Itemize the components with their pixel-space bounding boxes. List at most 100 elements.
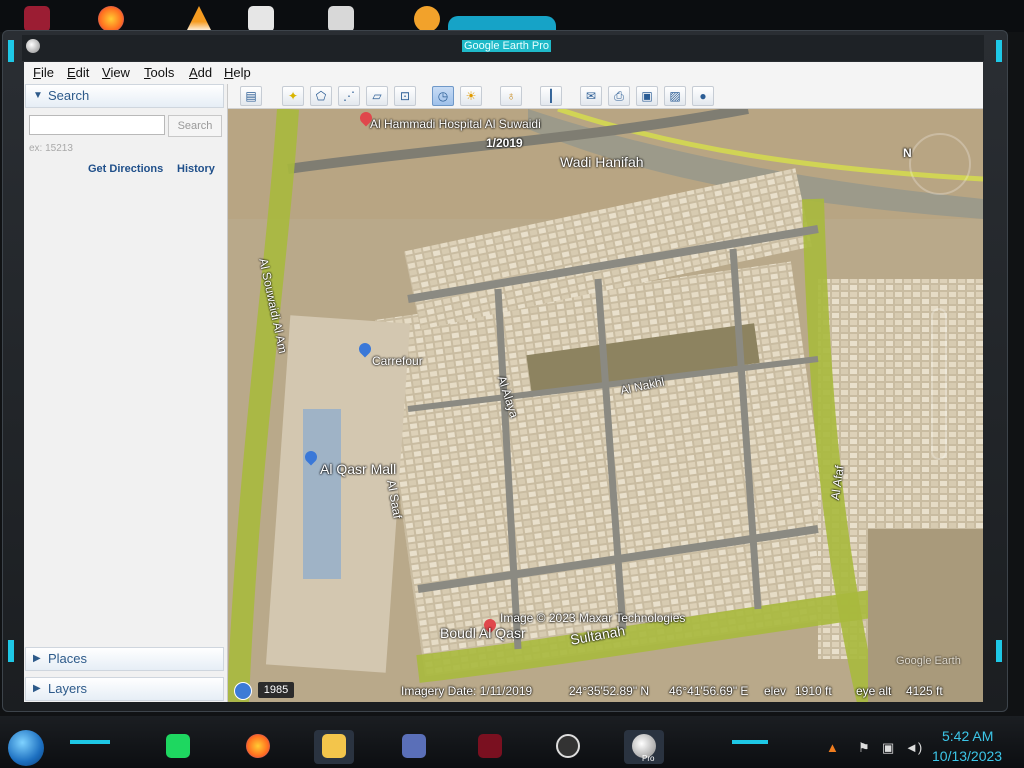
view-in-maps-button[interactable]: ▣ bbox=[636, 86, 658, 106]
historical-imagery-button[interactable]: ◷ bbox=[432, 86, 454, 106]
map-date-tag: 1/2019 bbox=[486, 136, 523, 150]
save-image-button[interactable]: ▨ bbox=[664, 86, 686, 106]
taskbar-file-explorer[interactable] bbox=[314, 730, 354, 764]
frame-accent bbox=[996, 40, 1002, 62]
map-label-carrefour[interactable]: Carrefour bbox=[372, 354, 423, 368]
desktop-app-icon[interactable] bbox=[24, 6, 50, 32]
add-placemark-button[interactable]: ✦ bbox=[282, 86, 304, 106]
firefox-icon bbox=[246, 734, 270, 758]
google-earth-watermark: Google Earth bbox=[896, 655, 961, 667]
volume-icon[interactable]: ◄) bbox=[905, 740, 922, 755]
record-tour-icon: ⊡ bbox=[399, 89, 411, 103]
map-label-wadi-hanifah[interactable]: Wadi Hanifah bbox=[560, 154, 644, 170]
flag-icon[interactable]: ⚑ bbox=[858, 740, 870, 756]
historical-imagery-clock-icon[interactable] bbox=[234, 682, 252, 700]
record-tour-button[interactable]: ⊡ bbox=[394, 86, 416, 106]
planet-icon: ♁ bbox=[506, 89, 516, 103]
add-path-button[interactable]: ⋰ bbox=[338, 86, 360, 106]
imagery-date: Imagery Date: 1/11/2019 bbox=[401, 684, 533, 698]
frame-accent bbox=[996, 640, 1002, 662]
taskbar-accent bbox=[732, 740, 768, 744]
menu-file[interactable]: File bbox=[33, 65, 54, 80]
desktop-app-icon[interactable] bbox=[248, 6, 274, 32]
taskbar-app[interactable] bbox=[470, 730, 510, 764]
firefox-icon[interactable] bbox=[98, 6, 124, 32]
polygon-icon: ⬠ bbox=[315, 89, 327, 103]
search-input[interactable] bbox=[29, 115, 165, 135]
add-image-overlay-button[interactable]: ▱ bbox=[366, 86, 388, 106]
side-panel: ▼ Search Search ex: 15213 Get Directions… bbox=[24, 84, 228, 702]
menu-bar: File Edit View Tools Add Help bbox=[24, 62, 983, 85]
spotify-icon bbox=[166, 734, 190, 758]
longitude: 46°41'56.69" E bbox=[669, 684, 749, 698]
email-button[interactable]: ✉ bbox=[580, 86, 602, 106]
toggle-sidebar-button[interactable]: ▤ bbox=[240, 86, 262, 106]
pushpin-icon: ✦ bbox=[287, 89, 299, 103]
historical-year-badge[interactable]: 1985 bbox=[258, 682, 294, 698]
google-earth-pro-tag: Pro bbox=[642, 754, 655, 763]
places-panel-header[interactable]: ▶ Places bbox=[25, 647, 224, 671]
clock-icon: ◷ bbox=[437, 89, 449, 103]
map-view[interactable]: Al Hammadi Hospital Al Suwaidi 1/2019 Wa… bbox=[228, 109, 983, 702]
expand-triangle-icon: ▶ bbox=[33, 653, 41, 664]
menu-tools[interactable]: Tools bbox=[144, 65, 174, 80]
layers-panel-header[interactable]: ▶ Layers bbox=[25, 677, 224, 701]
ruler-button[interactable]: ┃ bbox=[540, 86, 562, 106]
add-polygon-button[interactable]: ⬠ bbox=[310, 86, 332, 106]
elevation-label: elev bbox=[764, 684, 787, 698]
sunlight-button[interactable]: ☀ bbox=[460, 86, 482, 106]
tray-app-icon[interactable]: ▲ bbox=[826, 740, 839, 755]
layers-panel-title: Layers bbox=[48, 681, 88, 696]
taskbar-obs[interactable] bbox=[548, 730, 588, 764]
sun-icon: ☀ bbox=[465, 89, 477, 103]
search-button[interactable]: Search bbox=[168, 115, 222, 137]
toolbar: ▤ ✦ ⬠ ⋰ ▱ ⊡ ◷ ☀ ♁ ┃ ✉ ⎙ ▣ ▨ ● bbox=[228, 84, 983, 109]
globe-icon: ● bbox=[699, 89, 707, 103]
desktop-app-icon[interactable] bbox=[414, 6, 440, 32]
map-label-hospital[interactable]: Al Hammadi Hospital Al Suwaidi bbox=[370, 117, 541, 131]
app-icon bbox=[478, 734, 502, 758]
eye-altitude-value: 4125 ft bbox=[906, 684, 943, 698]
elevation-value: 1910 ft bbox=[795, 684, 832, 698]
app-icon bbox=[402, 734, 426, 758]
movie-maker-button[interactable]: ● bbox=[692, 86, 714, 106]
history-link[interactable]: History bbox=[177, 163, 215, 175]
desktop-app-icon[interactable] bbox=[328, 6, 354, 32]
menu-edit[interactable]: Edit bbox=[67, 65, 89, 80]
path-icon: ⋰ bbox=[343, 89, 355, 103]
search-hint: ex: 15213 bbox=[29, 143, 73, 154]
maps-icon: ▣ bbox=[641, 89, 653, 103]
google-earth-logo-icon bbox=[26, 39, 40, 53]
places-panel-title: Places bbox=[48, 651, 88, 666]
frame-accent bbox=[8, 40, 14, 62]
network-icon[interactable]: ▣ bbox=[882, 740, 894, 756]
image-overlay-icon: ▱ bbox=[372, 89, 382, 103]
switch-planet-button[interactable]: ♁ bbox=[500, 86, 522, 106]
email-icon: ✉ bbox=[585, 89, 597, 103]
expand-triangle-icon: ▶ bbox=[33, 683, 41, 694]
frame-accent bbox=[8, 640, 14, 662]
window-title: Google Earth Pro bbox=[462, 40, 551, 52]
search-panel-header[interactable]: ▼ Search bbox=[25, 84, 224, 108]
menu-view[interactable]: View bbox=[102, 65, 130, 80]
taskbar bbox=[0, 716, 1024, 768]
collapse-triangle-icon: ▼ bbox=[33, 90, 43, 101]
taskbar-app[interactable] bbox=[394, 730, 434, 764]
folder-icon bbox=[322, 734, 346, 758]
taskbar-google-earth[interactable]: Pro bbox=[624, 730, 664, 764]
menu-add[interactable]: Add bbox=[189, 65, 212, 80]
map-label-boudl-al-qasr[interactable]: Boudl Al Qasr bbox=[440, 625, 526, 641]
taskbar-accent bbox=[70, 740, 110, 744]
print-button[interactable]: ⎙ bbox=[608, 86, 630, 106]
taskbar-firefox[interactable] bbox=[238, 730, 278, 764]
get-directions-link[interactable]: Get Directions bbox=[88, 163, 163, 175]
imagery-credit: Image © 2023 Maxar Technologies bbox=[500, 611, 686, 625]
north-indicator[interactable]: N bbox=[903, 146, 912, 160]
menu-help[interactable]: Help bbox=[224, 65, 251, 80]
taskbar-spotify[interactable] bbox=[158, 730, 198, 764]
clock-date[interactable]: 10/13/2023 bbox=[932, 748, 1002, 764]
start-button[interactable] bbox=[8, 730, 44, 766]
map-label-al-qasr-mall[interactable]: Al Qasr Mall bbox=[320, 461, 396, 477]
latitude: 24°35'52.89" N bbox=[569, 684, 650, 698]
clock-time[interactable]: 5:42 AM bbox=[942, 728, 993, 744]
